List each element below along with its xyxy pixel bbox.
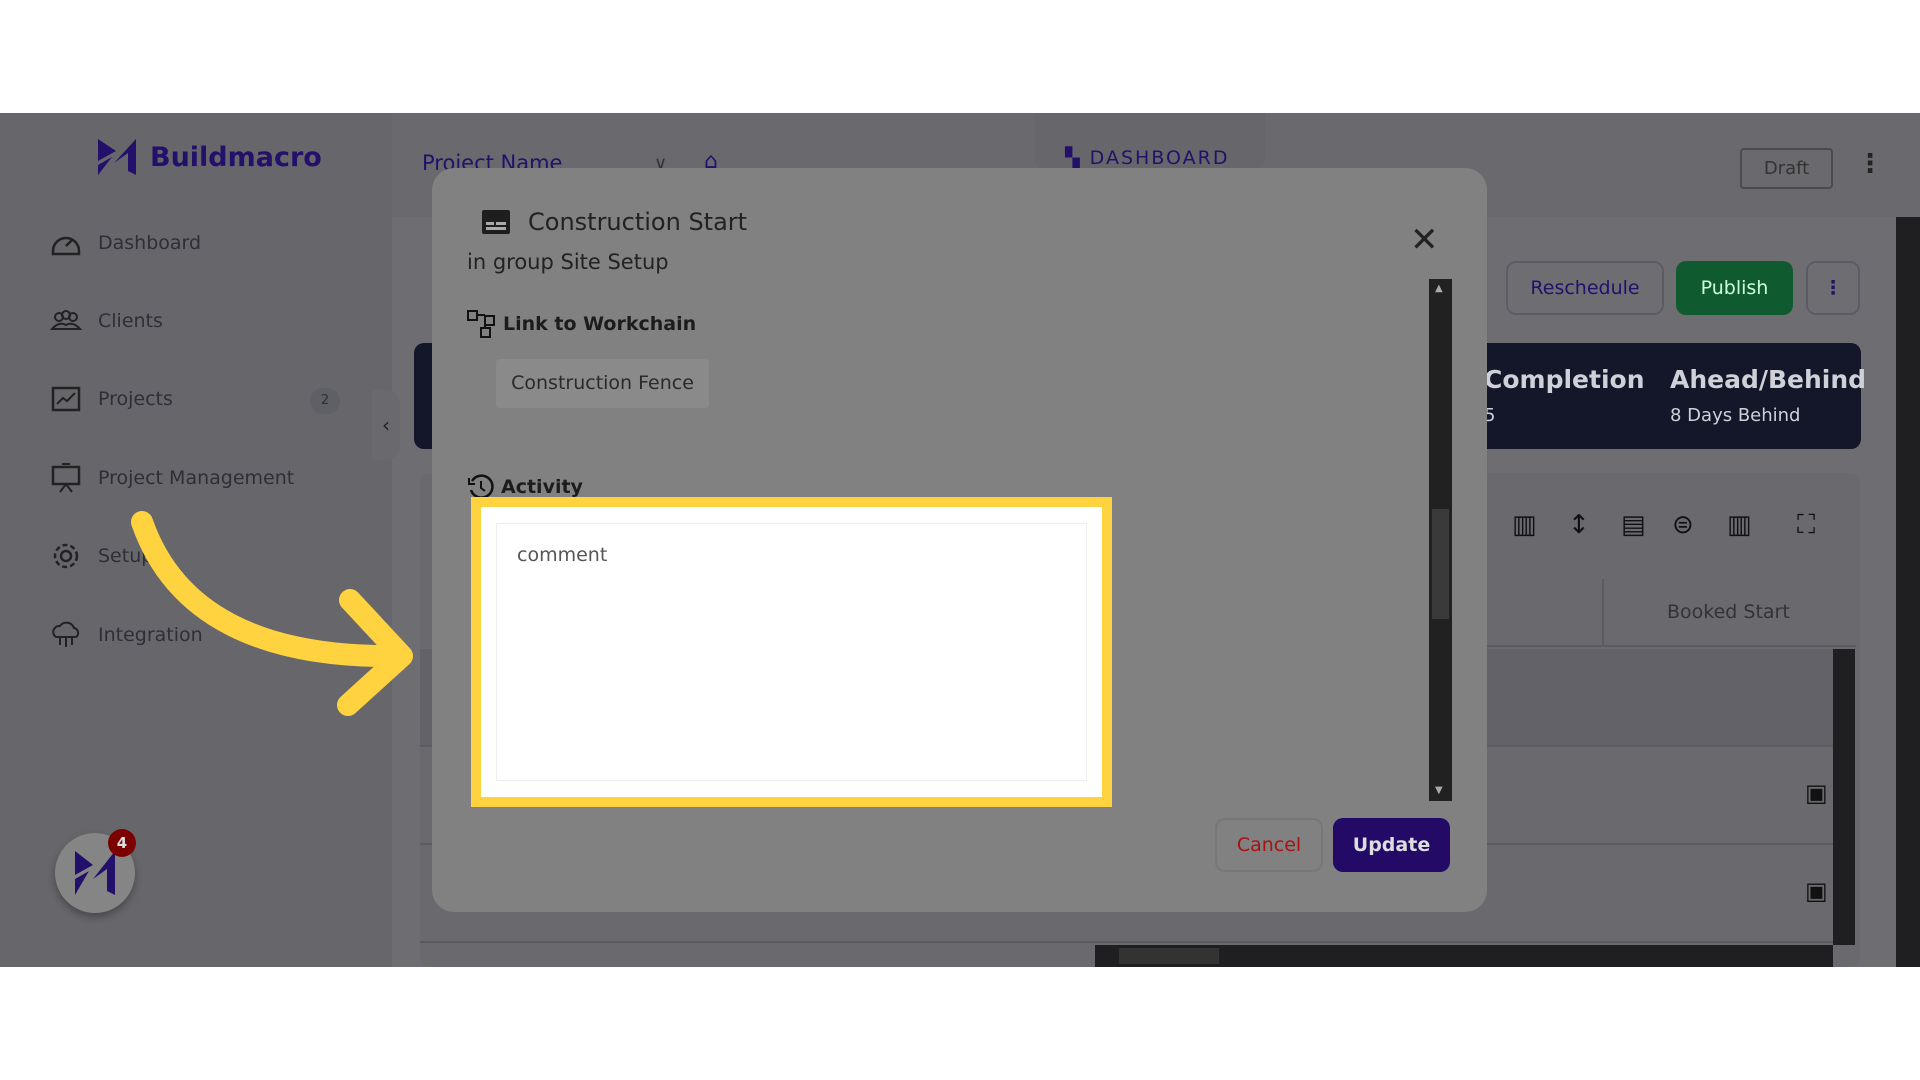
fullscreen-icon[interactable]: ⛶ [1797,510,1815,541]
workchain-label: Link to Workchain [503,313,697,335]
table-header: ls Booked Start [1440,579,1856,647]
scroll-down-arrow-icon[interactable]: ▼ [1435,785,1443,796]
comment-textarea[interactable]: comment [496,523,1087,781]
calendar-icon[interactable]: ▤ [1621,510,1646,540]
reschedule-button[interactable]: Reschedule [1506,261,1664,315]
draft-status-button[interactable]: Draft [1740,148,1833,189]
calendar-icon[interactable]: ▣ [1805,877,1828,905]
completion-label: Completion [1484,365,1645,394]
sidebar-item-projects[interactable]: Projects [50,383,173,415]
workchain-item-chip[interactable]: Construction Fence [496,359,709,408]
column-divider [1602,579,1604,647]
cloud-network-icon [52,621,80,647]
modal-scrollbar[interactable]: ▲ ▼ [1429,279,1452,801]
sidebar-item-label: Project Management [98,467,295,489]
task-card-icon [482,210,510,234]
modal-title: Construction Start [482,208,747,236]
ahead-behind-value: 8 Days Behind [1670,405,1801,426]
modal-title-text: Construction Start [528,208,748,236]
sidebar-item-dashboard[interactable]: Dashboard [50,227,201,259]
notification-badge: 4 [108,829,136,857]
gear-icon [53,543,79,569]
row-height-icon[interactable]: ↕ [1568,510,1590,540]
highlight-box: comment [471,497,1112,807]
tab-dashboard[interactable]: ▚ DASHBOARD [1035,113,1265,169]
cancel-button[interactable]: Cancel [1215,818,1323,872]
sidebar-item-label: Projects [98,388,173,410]
collapse-sidebar-button[interactable]: ‹ [372,390,400,460]
table-horizontal-scrollbar[interactable] [1095,945,1833,967]
columns-icon[interactable]: ▥ [1727,510,1752,540]
buildmacro-logo-icon [98,139,136,175]
dashboard-grid-icon: ▚ [1065,147,1090,169]
scroll-up-arrow-icon[interactable]: ▲ [1435,283,1443,294]
table-vertical-scrollbar[interactable] [1833,649,1855,945]
sidebar-item-clients[interactable]: Clients [50,305,163,337]
sidebar-item-label: Clients [98,310,163,332]
scrollbar-thumb[interactable] [1119,948,1219,964]
workchain-section-heading: Link to Workchain [467,310,696,338]
modal-subtitle: in group Site Setup [467,250,669,274]
annotation-arrow-icon [131,511,413,716]
calendar-icon[interactable]: ▣ [1805,779,1828,807]
users-icon [50,310,82,330]
projects-count-badge: 2 [310,388,340,414]
update-button[interactable]: Update [1333,818,1450,872]
publish-button[interactable]: Publish [1676,261,1793,315]
brand-name: Buildmacro [150,141,322,173]
chart-line-icon [51,386,81,412]
chart-icon[interactable]: ▥ [1512,510,1537,540]
scrollbar-thumb[interactable] [1432,509,1449,619]
activity-label: Activity [501,476,583,498]
speedometer-icon [51,236,81,256]
sidebar-item-project-management[interactable]: Project Management [50,462,294,494]
brand-logo[interactable]: Buildmacro [98,139,322,175]
workchain-icon [467,310,495,338]
more-actions-button[interactable]: ⋮ [1806,261,1860,315]
sidebar-item-label: Dashboard [98,232,202,254]
presentation-board-icon [51,463,81,493]
more-options-icon[interactable]: ⋮ [1857,149,1883,179]
ahead-behind-label: Ahead/Behind [1670,365,1867,394]
filter-icon[interactable]: ⊜ [1672,510,1694,540]
close-icon[interactable]: ✕ [1410,220,1439,260]
column-header-booked-start[interactable]: Booked Start [1667,601,1790,623]
tab-label: DASHBOARD [1089,147,1230,169]
page-vertical-scrollbar[interactable] [1896,217,1920,967]
